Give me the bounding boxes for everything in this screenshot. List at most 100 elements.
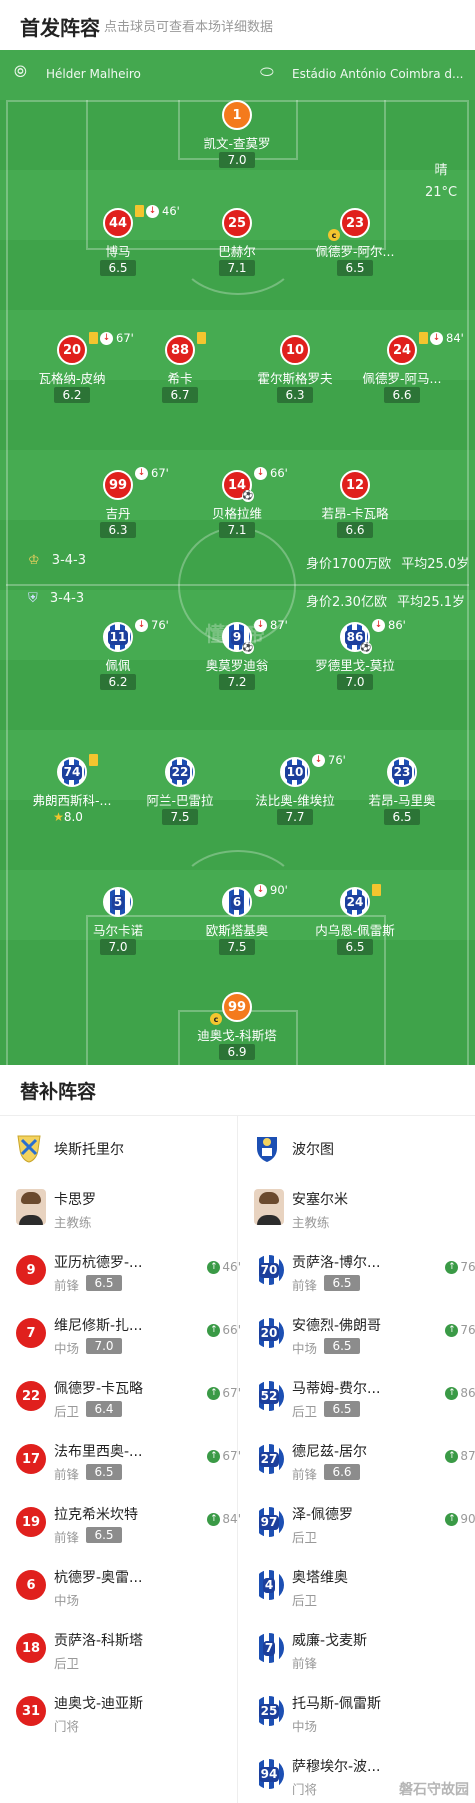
sub-position: 中场 <box>292 1719 318 1734</box>
jersey-number: 4 <box>262 1577 276 1593</box>
away-sub-row[interactable]: 97 泽-佩德罗后卫 ↑90' <box>254 1500 475 1556</box>
match-info-bar: ⦾ Hélder Malheiro ⬭ Estádio António Coim… <box>0 50 475 100</box>
home-player[interactable]: 1 凯文-查莫罗 7.0 <box>182 100 292 180</box>
away-player[interactable]: 5 马尔卡诺 7.0 <box>63 887 173 967</box>
player-name: 巴赫尔 <box>218 244 256 259</box>
jersey-number-badge: 70 <box>254 1255 284 1285</box>
jersey-number-badge: 22 <box>16 1381 46 1411</box>
home-sub-row[interactable]: 31 迪奥戈-迪亚斯 门将 <box>16 1689 246 1745</box>
sub-on-arrow-icon: ↑ <box>207 1449 221 1463</box>
away-player[interactable]: 9 ↓ 87' ⚽ 奥莫罗迪翁 7.2 <box>182 618 292 702</box>
event-badges <box>89 752 98 768</box>
away-player[interactable]: 86 ↓ 86' ⚽ 罗德里戈-莫拉 7.0 <box>300 618 410 702</box>
home-meta: 身价1700万欧 平均25.0岁 <box>306 553 469 572</box>
home-sub-row[interactable]: 7 维尼修斯-扎... 中场 7.0 ↑ 66' <box>16 1311 246 1367</box>
jersey-number: 52 <box>258 1388 280 1404</box>
sub-on-arrow-icon: ↑ <box>445 1386 459 1400</box>
sub-on-minute: 76' <box>460 1260 475 1274</box>
home-player[interactable]: 24 ↓ 84' 佩德罗-阿马... 6.6 <box>347 331 464 415</box>
home-formation-row: ♔ 3-4-3 <box>28 553 86 568</box>
jersey-number: 94 <box>258 1766 280 1782</box>
player-rating: 7.2 <box>219 674 255 690</box>
player-name: 佩德罗-阿马... <box>362 371 442 386</box>
home-player[interactable]: 88 希卡 6.7 <box>125 332 235 415</box>
away-player[interactable]: 10 ↓ 76' 法比奥-维埃拉 7.7 <box>240 753 350 837</box>
home-sub-row[interactable]: 6 杭德罗-奥雷... 中场 <box>16 1563 246 1619</box>
home-player[interactable]: 20 ↓ 67' 瓦格纳-皮纳 6.2 <box>17 331 134 415</box>
away-sub-row[interactable]: 25 托马斯-佩雷斯 中场 <box>254 1689 475 1745</box>
player-rating: 7.0 <box>100 939 136 955</box>
player-rating: 7.5 <box>219 939 255 955</box>
home-player[interactable]: 14 ↓ 66' ⚽ 贝格拉维 7.1 <box>182 466 292 550</box>
away-player[interactable]: 24 内乌恩-佩雷斯 6.5 <box>300 884 410 967</box>
away-player[interactable]: 11 ↓ 76' 佩佩 6.2 <box>63 618 173 702</box>
away-player[interactable]: 23 若昂-马里奥 6.5 <box>347 757 457 837</box>
jersey-number: 24 <box>344 894 366 910</box>
sub-position: 前锋 <box>54 1467 80 1482</box>
player-rating: 6.6 <box>384 387 420 403</box>
sub-position: 中场 <box>292 1341 318 1356</box>
home-sub-row[interactable]: 17 法布里西奥-... 前锋 6.5 ↑ 67' <box>16 1437 246 1493</box>
away-sub-row[interactable]: 20 安德烈-佛朗哥中场 6.5 ↑76' <box>254 1311 475 1367</box>
jersey-number-badge: 25 <box>222 208 252 238</box>
jersey-number-badge: 23 <box>387 757 417 787</box>
yellow-card-icon <box>89 332 98 344</box>
jersey-number-badge: 99 <box>222 992 252 1022</box>
lineup-page: 首发阵容 点击球员可查看本场详细数据 懂球帝 晴 21°C ♔ 3-4-3 身价… <box>0 0 475 1803</box>
away-sub-row[interactable]: 70 贡萨洛-博尔... 前锋 6.5 ↑76' <box>254 1248 475 1304</box>
home-player[interactable]: 23 c 佩德罗-阿尔... 6.5 <box>300 208 410 288</box>
away-player[interactable]: 99 c 迪奥戈-科斯塔 6.9 <box>182 992 292 1072</box>
home-player[interactable]: 99 ↓ 67' 吉丹 6.3 <box>63 466 173 550</box>
away-coach[interactable]: 安塞尔米 主教练 <box>254 1185 475 1241</box>
jersey-number-badge: 74 <box>57 757 87 787</box>
temperature: 21°C <box>424 185 458 200</box>
jersey-number-badge: 23 <box>340 208 370 238</box>
page-subtitle: 点击球员可查看本场详细数据 <box>104 20 274 35</box>
sub-player-name: 法布里西奥-... <box>54 1444 143 1460</box>
sub-player-name: 威廉-戈麦斯 <box>292 1633 368 1649</box>
sub-position: 前锋 <box>292 1278 318 1293</box>
away-sub-row[interactable]: 4 奥塔维奥 后卫 <box>254 1563 475 1619</box>
referee-name: Hélder Malheiro <box>46 67 141 81</box>
sub-position: 后卫 <box>54 1404 80 1419</box>
event-badges: ↓ 76' <box>135 617 169 633</box>
home-player[interactable]: 44 ↓ 46' 博马 6.5 <box>63 204 180 288</box>
player-rating: 6.5 <box>337 939 373 955</box>
home-sub-row[interactable]: 9 亚历杭德罗-... 前锋 6.5 ↑ 46' <box>16 1248 246 1304</box>
away-player[interactable]: 6 ↓ 90' 欧斯塔基奥 7.5 <box>182 883 292 967</box>
whistle-icon: ⦾ <box>14 62 27 81</box>
away-sub-row[interactable]: 7 威廉-戈麦斯 前锋 <box>254 1626 475 1682</box>
goal-ball-icon: ⚽ <box>360 642 372 654</box>
home-sub-row[interactable]: 22 佩德罗-卡瓦略 后卫 6.4 ↑ 67' <box>16 1374 246 1430</box>
player-rating: 7.0 <box>337 674 373 690</box>
home-player[interactable]: 10 霍尔斯格罗夫 6.3 <box>240 335 350 415</box>
sub-position: 前锋 <box>292 1656 318 1671</box>
away-sub-row[interactable]: 52 马蒂姆-费尔... 后卫 6.5 ↑86' <box>254 1374 475 1430</box>
sub-off-icon: ↓ <box>135 466 148 480</box>
jersey-number-badge: 24 <box>387 335 417 365</box>
home-team-header[interactable]: 埃斯托里尔 <box>16 1128 246 1168</box>
home-player[interactable]: 12 若昂-卡瓦略 6.6 <box>300 470 410 550</box>
sub-position: 门将 <box>54 1719 80 1734</box>
home-player[interactable]: 25 巴赫尔 7.1 <box>182 208 292 288</box>
event-badges: ↓ 86' <box>372 617 406 633</box>
player-rating: 7.0 <box>219 152 255 168</box>
home-sub-row[interactable]: 19 拉克希米坎特 前锋 6.5 ↑ 84' <box>16 1500 246 1556</box>
sub-position: 中场 <box>54 1341 80 1356</box>
player-name: 阿兰-巴雷拉 <box>146 793 214 808</box>
jersey-number: 7 <box>262 1640 276 1656</box>
jersey-number: 10 <box>284 764 306 780</box>
jersey-number-badge: 99 <box>103 470 133 500</box>
player-name: 瓦格纳-皮纳 <box>38 371 106 386</box>
home-sub-row[interactable]: 18 贡萨洛-科斯塔 后卫 <box>16 1626 246 1682</box>
away-team-header[interactable]: 波尔图 <box>254 1128 475 1168</box>
away-player[interactable]: 22 阿兰-巴雷拉 7.5 <box>125 757 235 837</box>
away-sub-row[interactable]: 27 德尼兹-居尔前锋 6.6 ↑87' <box>254 1437 475 1493</box>
sub-player-name: 亚历杭德罗-... <box>54 1255 143 1271</box>
jersey-number-badge: 31 <box>16 1696 46 1726</box>
coach-role: 主教练 <box>54 1215 92 1230</box>
sub-on-arrow-icon: ↑ <box>207 1323 221 1337</box>
home-coach[interactable]: 卡思罗 主教练 <box>16 1185 246 1241</box>
away-player[interactable]: 74 弗朗西斯科-... ★8.0 <box>17 754 127 837</box>
goal-ball-icon: ⚽ <box>242 490 254 502</box>
